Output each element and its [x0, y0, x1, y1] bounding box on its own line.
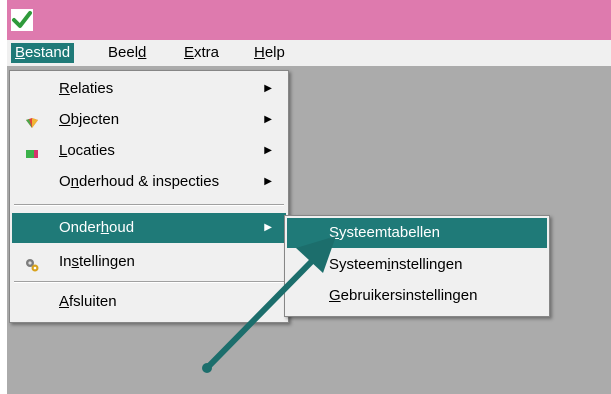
- annotation-arrow-shaft: [204, 252, 321, 371]
- annotation-arrow: [202, 236, 336, 373]
- annotation-arrow-tail: [202, 363, 212, 373]
